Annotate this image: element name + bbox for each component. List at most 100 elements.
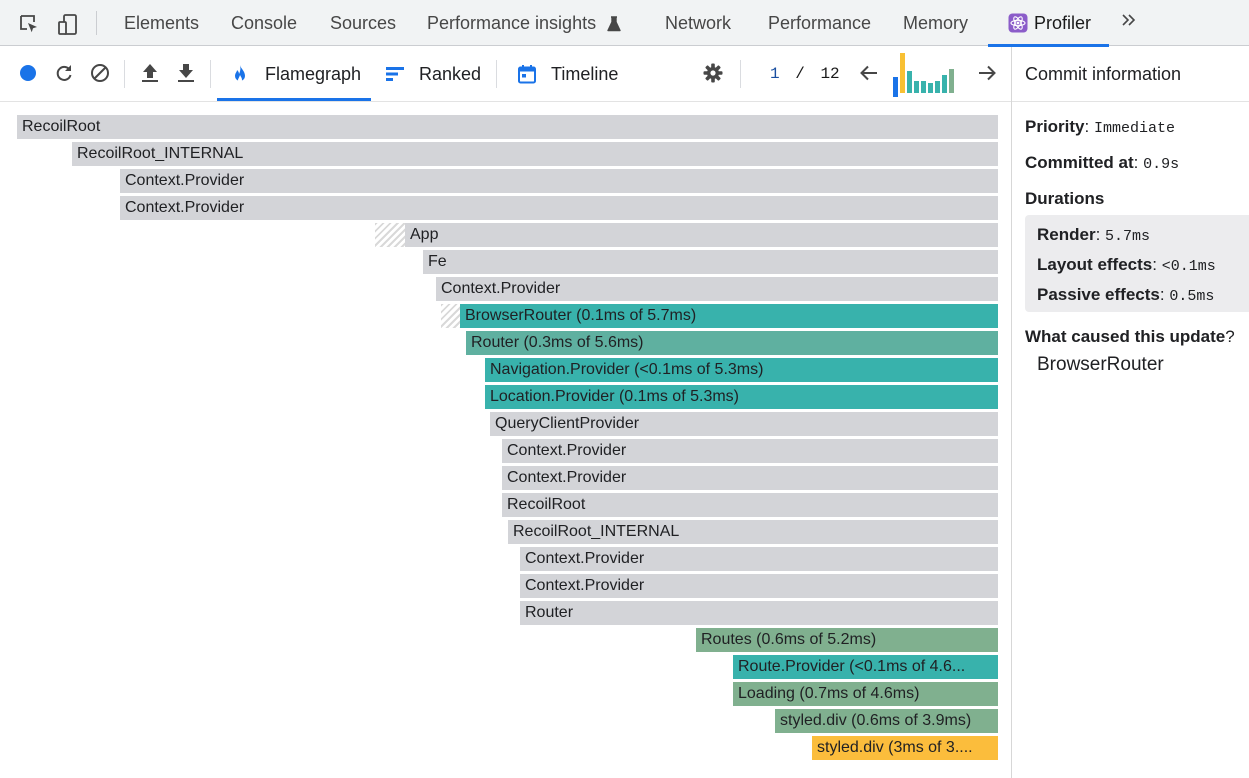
toolbar-divider — [740, 60, 741, 88]
ranked-icon — [385, 64, 405, 84]
tab-flamegraph-label: Flamegraph — [265, 64, 362, 84]
flame-node[interactable]: RecoilRoot_INTERNAL — [72, 142, 998, 166]
cause-heading: What caused this update? — [1025, 327, 1235, 347]
priority-label: Priority — [1025, 117, 1085, 136]
tab-performance[interactable]: Performance — [768, 0, 871, 46]
flame-node[interactable]: Context.Provider — [436, 277, 998, 301]
commit-bar[interactable] — [914, 81, 919, 93]
commit-bar[interactable] — [928, 83, 933, 93]
devtools-tab-bar: Elements Console Sources Performance ins… — [0, 0, 1249, 47]
tab-performance-insights[interactable]: Performance insights — [427, 0, 621, 46]
flame-node[interactable]: Location.Provider (0.1ms of 5.3ms) — [485, 385, 998, 409]
flame-node[interactable]: Loading (0.7ms of 4.6ms) — [733, 682, 998, 706]
flame-node[interactable]: RecoilRoot_INTERNAL — [508, 520, 998, 544]
layout-effects-value: <0.1ms — [1161, 258, 1216, 275]
next-commit-icon[interactable] — [976, 62, 998, 84]
layout-effects-row: Layout effects: <0.1ms — [1037, 255, 1216, 275]
commit-bar[interactable] — [907, 71, 912, 93]
tab-network[interactable]: Network — [665, 0, 731, 46]
flame-node[interactable]: RecoilRoot — [502, 493, 998, 517]
layout-effects-label: Layout effects — [1037, 255, 1153, 274]
tab-performance-insights-label: Performance insights — [427, 13, 597, 33]
clear-icon[interactable] — [89, 62, 111, 84]
commit-selector-chart[interactable] — [893, 53, 957, 97]
more-tabs-chevron-icon[interactable] — [1120, 12, 1136, 28]
hatched-filler — [375, 223, 405, 247]
render-label: Render — [1037, 225, 1096, 244]
commit-info-panel: Commit information Priority: Immediate C… — [1011, 47, 1249, 778]
commit-bar[interactable] — [893, 77, 898, 93]
profiler-toolbar: Flamegraph Ranked Timeline 1 / 12 — [0, 47, 1012, 102]
tab-console[interactable]: Console — [231, 0, 297, 46]
tab-profiler-label: Profiler — [1034, 13, 1092, 33]
durations-box: Render: 5.7ms Layout effects: <0.1ms Pas… — [1025, 215, 1249, 312]
upload-icon[interactable] — [139, 62, 161, 84]
tab-sources[interactable]: Sources — [330, 0, 396, 46]
tab-timeline[interactable]: Timeline — [503, 47, 633, 101]
commit-bar[interactable] — [942, 75, 947, 93]
commit-counter: 1 / 12 — [770, 65, 840, 83]
flame-node[interactable]: Route.Provider (<0.1ms of 4.6... — [733, 655, 998, 679]
flame-node[interactable]: Context.Provider — [502, 439, 998, 463]
flame-node[interactable]: Context.Provider — [502, 466, 998, 490]
flame-node[interactable]: App — [405, 223, 998, 247]
prev-commit-icon[interactable] — [858, 62, 880, 84]
flame-node[interactable]: styled.div (0.6ms of 3.9ms) — [775, 709, 998, 733]
durations-heading: Durations — [1025, 189, 1104, 209]
priority-row: Priority: Immediate — [1025, 117, 1175, 137]
commit-bar[interactable] — [949, 69, 954, 93]
flask-icon — [607, 16, 621, 32]
inspect-element-icon[interactable] — [18, 13, 40, 35]
committed-at-value: 0.9s — [1143, 156, 1180, 173]
flame-node[interactable]: RecoilRoot — [17, 115, 998, 139]
commit-separator: / — [795, 65, 805, 83]
flame-node[interactable]: Router (0.3ms of 5.6ms) — [466, 331, 998, 355]
commit-bar[interactable] — [935, 81, 940, 93]
selected-commit-marker — [893, 93, 898, 97]
tab-timeline-label: Timeline — [551, 64, 619, 84]
flamegraph: RecoilRoot RecoilRoot_INTERNAL Context.P… — [0, 103, 1011, 778]
commit-total: 12 — [820, 65, 840, 83]
reload-and-profile-icon[interactable] — [53, 62, 75, 84]
tab-ranked-label: Ranked — [419, 64, 482, 84]
committed-at-row: Committed at: 0.9s — [1025, 153, 1180, 173]
render-value: 5.7ms — [1105, 228, 1151, 245]
flame-node[interactable]: Context.Provider — [520, 574, 998, 598]
flame-node[interactable]: Context.Provider — [120, 196, 998, 220]
tab-ranked[interactable]: Ranked — [371, 47, 496, 101]
commit-bar[interactable] — [900, 53, 905, 93]
commit-info-title: Commit information — [1012, 47, 1249, 102]
passive-effects-row: Passive effects: 0.5ms — [1037, 285, 1215, 305]
toolbar-divider — [210, 60, 211, 88]
flame-node[interactable]: Navigation.Provider (<0.1ms of 5.3ms) — [485, 358, 998, 382]
flame-node[interactable]: QueryClientProvider — [490, 412, 998, 436]
tab-elements[interactable]: Elements — [124, 0, 199, 46]
tab-profiler[interactable]: Profiler — [987, 0, 1110, 47]
render-row: Render: 5.7ms — [1037, 225, 1151, 245]
priority-value: Immediate — [1093, 120, 1175, 137]
toolbar-divider — [96, 11, 97, 35]
record-icon[interactable] — [17, 62, 39, 84]
settings-icon[interactable] — [702, 62, 724, 84]
flame-node[interactable]: Router — [520, 601, 998, 625]
flame-node[interactable]: styled.div (3ms of 3.... — [812, 736, 998, 760]
tab-memory[interactable]: Memory — [903, 0, 968, 46]
tab-flamegraph[interactable]: Flamegraph — [217, 47, 371, 101]
calendar-icon — [517, 64, 537, 84]
passive-effects-value: 0.5ms — [1169, 288, 1215, 305]
download-icon[interactable] — [175, 62, 197, 84]
commit-bar[interactable] — [921, 81, 926, 93]
flame-node[interactable]: Context.Provider — [520, 547, 998, 571]
toolbar-divider — [496, 60, 497, 88]
flame-node[interactable]: BrowserRouter (0.1ms of 5.7ms) — [460, 304, 998, 328]
committed-at-label: Committed at — [1025, 153, 1134, 172]
cause-label: What caused this update — [1025, 327, 1226, 346]
flame-node[interactable]: Context.Provider — [120, 169, 998, 193]
cause-component-link[interactable]: BrowserRouter — [1037, 354, 1164, 376]
passive-effects-label: Passive effects — [1037, 285, 1160, 304]
device-toolbar-icon[interactable] — [57, 13, 79, 35]
flame-node[interactable]: Routes (0.6ms of 5.2ms) — [696, 628, 998, 652]
commit-index: 1 — [770, 65, 780, 83]
hatched-filler — [441, 304, 460, 328]
flame-node[interactable]: Fe — [423, 250, 998, 274]
